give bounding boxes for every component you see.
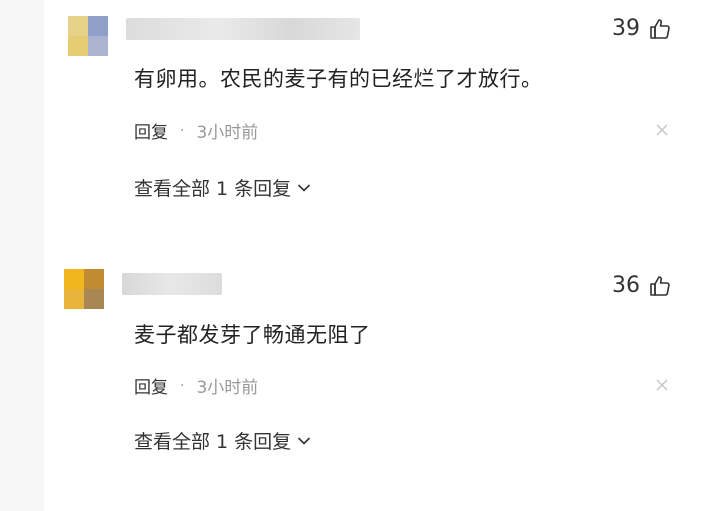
close-icon[interactable] xyxy=(656,379,668,391)
comments-page: 39 有卵用。农民的麦子有的已经烂了才放行。 回复 · 3小时前 查看全部 1 … xyxy=(0,0,702,511)
avatar-pixel xyxy=(84,289,104,309)
thumbs-up-icon[interactable] xyxy=(648,17,672,41)
comment-text: 有卵用。农民的麦子有的已经烂了才放行。 xyxy=(134,67,543,91)
view-all-replies-button[interactable]: 查看全部 1 条回复 xyxy=(134,427,311,454)
avatar-pixel xyxy=(88,16,108,36)
reply-button[interactable]: 回复 xyxy=(134,118,168,143)
like-count[interactable]: 39 xyxy=(612,16,672,41)
chevron-down-icon xyxy=(298,436,311,445)
comment-meta: 回复 · 3小时前 xyxy=(134,373,259,399)
avatar[interactable] xyxy=(64,269,104,309)
view-all-replies-label: 查看全部 1 条回复 xyxy=(134,178,292,200)
username-redacted[interactable] xyxy=(122,273,222,295)
like-count[interactable]: 36 xyxy=(612,273,672,298)
meta-separator: · xyxy=(180,122,185,139)
avatar-pixel xyxy=(68,16,88,36)
comment-text: 麦子都发芽了畅通无阻了 xyxy=(134,323,371,347)
like-count-value: 39 xyxy=(612,16,640,41)
like-count-value: 36 xyxy=(612,273,640,298)
username-redacted[interactable] xyxy=(126,18,360,40)
reply-button[interactable]: 回复 xyxy=(134,373,168,398)
avatar-pixel xyxy=(88,36,108,56)
avatar-pixel xyxy=(68,36,88,56)
view-all-replies-label: 查看全部 1 条回复 xyxy=(134,431,292,453)
avatar-pixel xyxy=(84,269,104,289)
view-all-replies-button[interactable]: 查看全部 1 条回复 xyxy=(134,174,311,201)
comment-item: 36 麦子都发芽了畅通无阻了 回复 · 3小时前 查看全部 1 条回复 xyxy=(44,255,702,511)
comment-list: 39 有卵用。农民的麦子有的已经烂了才放行。 回复 · 3小时前 查看全部 1 … xyxy=(44,0,702,511)
avatar-pixel xyxy=(64,289,84,309)
avatar[interactable] xyxy=(68,16,108,56)
comment-time: 3小时前 xyxy=(196,378,259,398)
comment-meta: 回复 · 3小时前 xyxy=(134,118,259,144)
close-icon[interactable] xyxy=(656,124,668,136)
meta-separator: · xyxy=(180,377,185,394)
chevron-down-icon xyxy=(298,183,311,192)
avatar-pixel xyxy=(64,269,84,289)
comment-item: 39 有卵用。农民的麦子有的已经烂了才放行。 回复 · 3小时前 查看全部 1 … xyxy=(44,0,702,255)
thumbs-up-icon[interactable] xyxy=(648,274,672,298)
comment-time: 3小时前 xyxy=(196,123,259,143)
